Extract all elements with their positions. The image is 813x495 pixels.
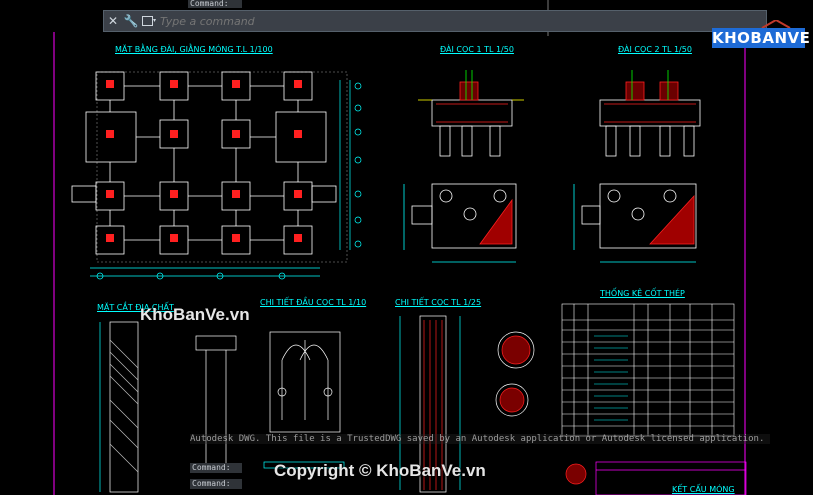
command-input[interactable] [158,13,766,29]
title-pile-cap-2: ĐÀI CỌC 2 TL 1/50 [618,45,692,54]
title-plan: MẶT BẰNG ĐÀI, GIẰNG MÓNG T.L 1/100 [115,45,273,54]
title-pile-cap-1: ĐÀI CỌC 1 TL 1/50 [440,45,514,54]
trusted-dwg-notice: Autodesk DWG. This file is a TrustedDWG … [190,434,770,444]
geology-section [99,321,139,493]
khobanve-logo: KHOBANVE [712,20,811,56]
watermark-bottom: Copyright © KhoBanVe.vn [274,461,486,480]
pile-head-detail [195,331,345,470]
pile-cap-2-drawing [573,70,701,263]
command-history-1: Command: [190,463,242,473]
title-rebar-stats: THỐNG KÊ CỐT THÉP [600,289,685,298]
close-icon[interactable]: ✕ [104,11,122,31]
rebar-table [561,303,735,437]
command-line[interactable]: ✕ 🔧 [103,10,767,32]
logo-text: KHOBANVE [712,28,811,48]
command-history-top: Command: [188,0,242,8]
pile-cap-1-drawing [403,70,524,263]
command-history-2: Command: [190,479,242,489]
drawing-canvas[interactable] [0,0,813,495]
settings-icon[interactable]: 🔧 [122,11,140,31]
watermark-top: KhoBanVe.vn [140,305,250,324]
command-prompt-icon[interactable] [140,11,158,31]
title-footer: KẾT CẤU MÓNG [672,485,735,494]
foundation-plan [71,71,362,280]
title-pile-head: CHI TIẾT ĐẦU CỌC TL 1/10 [260,298,367,307]
title-pile-detail: CHI TIẾT CỌC TL 1/25 [395,298,482,307]
